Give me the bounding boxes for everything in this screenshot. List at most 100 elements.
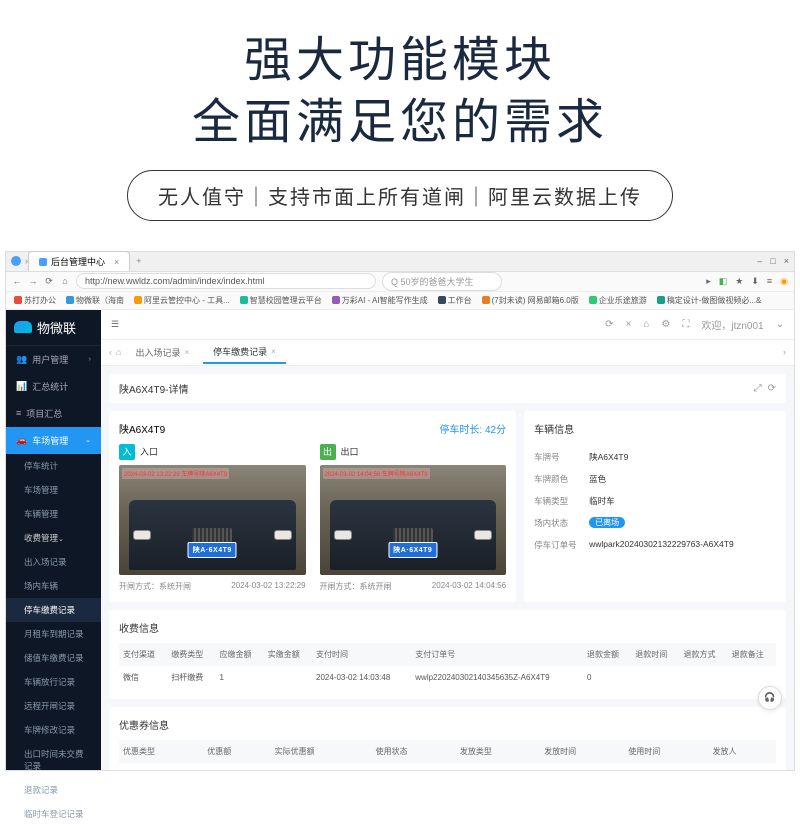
hero-title-line1: 强大功能模块 [0,30,800,92]
tab-payment-records[interactable]: 停车缴费记录× [203,341,286,364]
bookmark-item[interactable]: 稿定设计-做图做视频必...& [657,295,762,306]
sidebar-sub-stored[interactable]: 储值车缴费记录 [6,646,101,670]
bookmark-item[interactable]: 苏打办公 [14,295,56,306]
hamburger-icon[interactable]: ☰ [111,319,119,330]
info-label: 车辆类型 [534,495,589,507]
bookmark-item[interactable]: 工作台 [438,295,472,306]
sidebar-sub-inout[interactable]: 出入场记录 [6,550,101,574]
chevron-right-icon: › [89,356,91,363]
new-tab-button[interactable]: + [136,256,141,266]
headset-icon: 🎧 [764,692,775,703]
download-icon[interactable]: ⬇ [751,276,759,287]
nav-home-icon[interactable]: ⌂ [60,276,70,286]
bookmark-item[interactable]: 万彩AI - AI智能写作生成 [332,295,428,306]
search-input[interactable]: Q 50岁的爸爸大学生 [382,272,502,291]
car-icon: 🚗 [16,435,27,446]
bookmark-item[interactable]: (7封未读) 网易邮箱6.0版 [482,295,579,306]
float-help-button[interactable]: 🎧 [758,686,782,710]
brand-logo[interactable]: 物微联 [6,310,101,346]
tab-close-icon[interactable]: × [271,347,276,356]
bookmark-item[interactable]: 阿里云管控中心 - 工具... [134,295,230,306]
tab-inout-records[interactable]: 出入场记录× [125,342,199,363]
cloud-icon [14,321,32,333]
chevron-down-icon: ⌄ [776,319,784,330]
window-minimize-icon[interactable]: – [757,256,762,266]
th: 发放时间 [540,740,624,763]
bookmark-item[interactable]: 智慧校园管理云平台 [240,295,322,306]
sidebar-sub-park-stats[interactable]: 停车统计 [6,454,101,478]
extension-icon-2[interactable]: ◧ [719,276,728,287]
topbar: ☰ ⟳ × ⌂ ⚙ ⛶ 欢迎，jtzn001 ⌄ [101,310,794,340]
browser-tab[interactable]: 后台管理中心 × [28,251,130,271]
entry-label: 入口 [140,445,158,458]
sidebar-sub-temp[interactable]: 临时车登记记录 [6,802,101,826]
info-label: 车牌号 [534,451,589,463]
info-label: 车牌颜色 [534,473,589,485]
sidebar-sub-plate-edit[interactable]: 车牌修改记录 [6,718,101,742]
sidebar-sub-unpaid[interactable]: 出口时间未交费记录 [6,742,101,778]
sidebar-sub-remote[interactable]: 远程开闸记录 [6,694,101,718]
entry-image[interactable]: 2024-03-02 13:22:29 车牌号陕A6X4T9 陕A·6X4T9 [119,465,306,575]
bookmark-item[interactable]: 企业乐途旅游 [589,295,647,306]
bookmark-item[interactable]: 物微联（海南 [66,295,124,306]
td: 0 [583,666,631,689]
expand-icon[interactable]: ⤢ [754,383,762,394]
home-tab-icon[interactable]: ⌂ [116,347,121,357]
vehicle-info-card: 车辆信息 车牌号陕A6X4T9 车牌颜色蓝色 车辆类型临时车 场内状态已离场 停… [524,411,786,602]
sidebar-sub-lot-manage[interactable]: 车场管理 [6,478,101,502]
sidebar-sub-release[interactable]: 车辆放行记录 [6,670,101,694]
refresh-icon[interactable]: ⟳ [605,319,613,330]
reload-icon[interactable]: ⟳ [768,383,776,394]
tab-close-icon[interactable]: × [114,257,119,267]
entry-block: 入 入口 2024-03-02 13:22:29 车牌号陕A6X4T9 陕A·6… [119,444,306,592]
sidebar-item-parking[interactable]: 🚗车场管理⌄ [6,427,101,454]
user-avatar-icon[interactable] [11,256,21,266]
info-value: 已离场 [589,517,776,529]
entry-badge: 入 [119,444,135,460]
nav-reload-icon[interactable]: ⟳ [44,276,54,287]
th: 缴费类型 [167,643,215,666]
close-icon[interactable]: × [626,319,632,330]
entry-open-mode: 开闸方式：系统开闸 [119,581,191,592]
sidebar-sub-monthly[interactable]: 月租车到期记录 [6,622,101,646]
exit-open-mode: 开闸方式：系统开闸 [320,581,392,592]
th: 优惠额 [203,740,270,763]
url-input[interactable]: http://new.wwldz.com/admin/index/index.h… [76,273,376,289]
th: 优惠类型 [119,740,203,763]
tab-close-icon[interactable]: × [184,348,189,357]
extension-icon[interactable]: ▸ [706,276,711,287]
menu-icon[interactable]: ≡ [767,276,772,286]
window-maximize-icon[interactable]: □ [770,256,775,266]
th: 发放人 [709,740,776,763]
sidebar-sub-inside[interactable]: 场内车辆 [6,574,101,598]
hero-title-line2: 全面满足您的需求 [0,92,800,154]
sidebar-item-projects[interactable]: ≡项目汇总 [6,400,101,427]
home-icon[interactable]: ⌂ [643,319,649,330]
sidebar-sub-refund[interactable]: 退款记录 [6,778,101,802]
sidebar-sub-vehicle-manage[interactable]: 车辆管理 [6,502,101,526]
sidebar-item-users[interactable]: 👥用户管理› [6,346,101,373]
fee-info-card: 收费信息 支付渠道 缴费类型 应缴金额 实缴金额 支付时间 支付订单号 退款金额… [109,610,786,699]
user-welcome[interactable]: 欢迎，jtzn001 [701,317,763,332]
info-value: 临时车 [589,495,776,507]
gear-icon[interactable]: ⚙ [661,319,670,330]
fullscreen-icon[interactable]: ⛶ [682,319,689,330]
sidebar-group-fee[interactable]: 收费管理⌄ [6,526,101,550]
browser-logo-icon[interactable]: ◉ [780,276,788,287]
nav-back-icon[interactable]: ← [12,276,22,286]
window-close-icon[interactable]: × [784,256,789,266]
sidebar-sub-payment[interactable]: 停车缴费记录 [6,598,101,622]
nav-forward-icon[interactable]: → [28,276,38,286]
th: 实际优惠额 [271,740,372,763]
tab-favicon-icon [39,258,47,266]
favorite-icon[interactable]: ★ [735,276,743,287]
exit-time: 2024-03-02 14:04:56 [432,581,506,592]
exit-plate: 陕A·6X4T9 [388,542,437,558]
table-row: 微信 扫杆缴费 1 2024-03-02 14:03:48 wwlp220240… [119,666,776,689]
td: 2024-03-02 14:03:48 [312,666,411,689]
td: 扫杆缴费 [167,666,215,689]
sidebar-item-stats[interactable]: 📊汇总统计 [6,373,101,400]
tabs-next-icon[interactable]: › [783,347,786,357]
tabs-prev-icon[interactable]: ‹ [109,347,112,357]
exit-image[interactable]: 2024-03-02 14:04:56 车牌号陕A6X4T9 陕A·6X4T9 [320,465,507,575]
